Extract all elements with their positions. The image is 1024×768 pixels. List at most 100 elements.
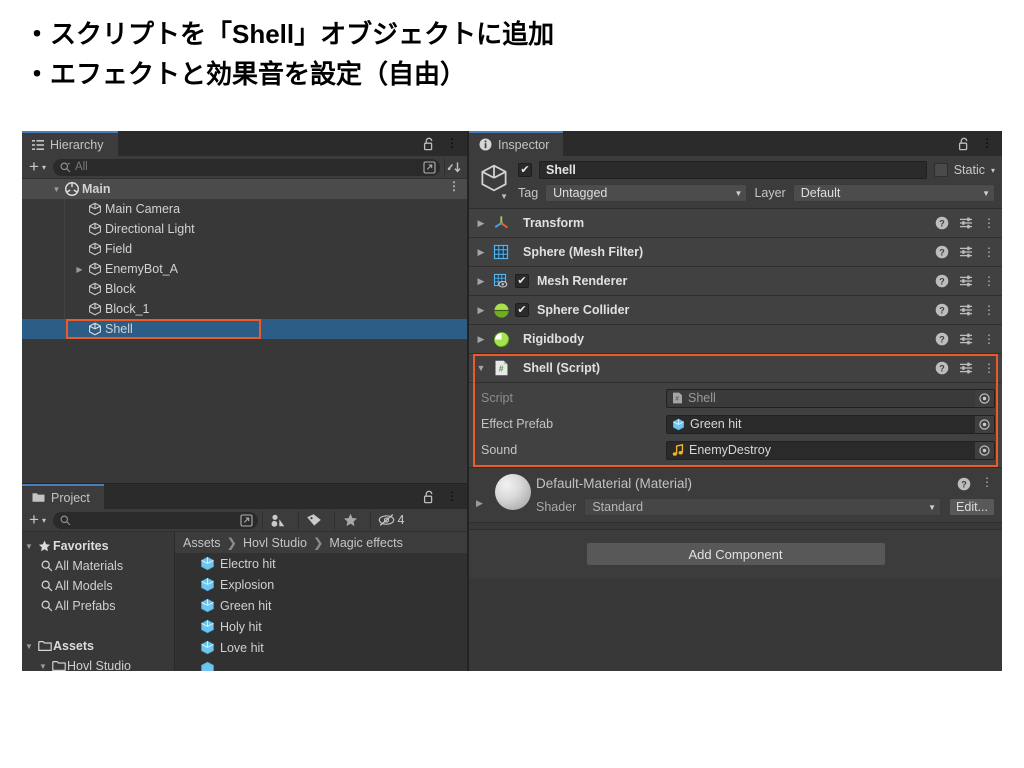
preset-icon[interactable]: [959, 332, 973, 346]
hierarchy-item-main[interactable]: ▼ Main ⋮: [22, 179, 467, 199]
help-icon[interactable]: ?: [935, 303, 949, 317]
hidden-objects-filter[interactable]: 4: [369, 510, 412, 530]
project-tree-item-all-materials[interactable]: All Materials: [22, 556, 174, 576]
tab-inspector[interactable]: Inspector: [469, 131, 564, 156]
help-icon[interactable]: ?: [935, 216, 949, 230]
kebab-menu-icon[interactable]: ⋮: [981, 137, 993, 149]
foldout-arrow[interactable]: ▶: [473, 276, 489, 287]
popout-icon[interactable]: [420, 159, 438, 176]
tab-hierarchy[interactable]: Hierarchy: [22, 131, 118, 156]
lock-open-icon[interactable]: [423, 490, 435, 504]
hierarchy-search-input[interactable]: All: [52, 158, 440, 176]
kebab-menu-icon[interactable]: ⋮: [983, 362, 995, 374]
project-tree-item-assets[interactable]: ▼ Assets: [22, 636, 174, 656]
hierarchy-tree[interactable]: ▼ Main ⋮ Main Camera Directional Light F…: [22, 179, 467, 483]
foldout-arrow[interactable]: ▶: [73, 265, 86, 274]
lock-open-icon[interactable]: [423, 137, 435, 151]
chevron-down-icon[interactable]: ▾: [991, 166, 995, 175]
asset-item-clipped[interactable]: [175, 658, 467, 671]
project-folder-tree[interactable]: ▼ Favorites All Materials All Models All…: [22, 532, 174, 671]
foldout-arrow[interactable]: ▼: [50, 185, 63, 194]
popout-icon[interactable]: [238, 512, 256, 529]
gameobject-name-input[interactable]: Shell: [539, 161, 927, 179]
asset-item-love-hit[interactable]: Love hit: [175, 637, 467, 658]
project-tree-item-all-models[interactable]: All Models: [22, 576, 174, 596]
object-picker-icon[interactable]: [975, 389, 994, 407]
star-icon[interactable]: [333, 510, 366, 530]
help-icon[interactable]: ?: [935, 361, 949, 375]
asset-item-holy-hit[interactable]: Holy hit: [175, 616, 467, 637]
help-icon[interactable]: ?: [935, 332, 949, 346]
kebab-menu-icon[interactable]: ⋮: [448, 180, 460, 192]
preset-icon[interactable]: [959, 274, 973, 288]
asset-item-explosion[interactable]: Explosion: [175, 574, 467, 595]
asset-item-green-hit[interactable]: Green hit: [175, 595, 467, 616]
hierarchy-item-directional-light[interactable]: Directional Light: [22, 219, 467, 239]
foldout-arrow[interactable]: ▶: [473, 334, 489, 345]
add-component-button[interactable]: Add Component: [585, 542, 886, 566]
preset-icon[interactable]: [959, 245, 973, 259]
foldout-arrow[interactable]: ▼: [36, 662, 50, 671]
kebab-menu-icon[interactable]: ⋮: [983, 217, 995, 229]
layer-dropdown[interactable]: Default ▼: [792, 184, 995, 202]
breadcrumb-item-assets[interactable]: Assets: [183, 536, 221, 550]
gameobject-icon[interactable]: ▼: [476, 161, 512, 201]
preset-icon[interactable]: [959, 216, 973, 230]
hierarchy-item-field[interactable]: Field: [22, 239, 467, 259]
chevron-down-icon[interactable]: ▼: [500, 192, 508, 201]
kebab-menu-icon[interactable]: ⋮: [983, 246, 995, 258]
project-tree-item-favorites[interactable]: ▼ Favorites: [22, 536, 174, 556]
preset-icon[interactable]: [959, 303, 973, 317]
hierarchy-item-block[interactable]: Block: [22, 279, 467, 299]
kebab-menu-icon[interactable]: ⋮: [446, 137, 458, 149]
object-picker-icon[interactable]: [975, 441, 994, 459]
help-icon[interactable]: ?: [935, 245, 949, 259]
project-search-input[interactable]: [52, 511, 258, 529]
breadcrumb-item-hovl-studio[interactable]: Hovl Studio: [243, 536, 307, 550]
hierarchy-item-shell[interactable]: Shell: [22, 319, 467, 339]
foldout-arrow[interactable]: ▼: [22, 542, 36, 551]
component-mesh-renderer[interactable]: ▶ ✔ Mesh Renderer ? ⋮: [469, 267, 1002, 296]
hierarchy-sort-icon[interactable]: [444, 157, 464, 177]
kebab-menu-icon[interactable]: ⋮: [983, 304, 995, 316]
hierarchy-item-main-camera[interactable]: Main Camera: [22, 199, 467, 219]
component-rigidbody[interactable]: ▶ Rigidbody ? ⋮: [469, 325, 1002, 354]
sound-object-field[interactable]: EnemyDestroy: [666, 440, 995, 460]
component-shell-script[interactable]: ▼ # Shell (Script) ? ⋮: [469, 354, 1002, 383]
tab-project[interactable]: Project: [22, 484, 104, 509]
project-tree-item-hovl-studio[interactable]: ▼ Hovl Studio: [22, 656, 174, 671]
effect-prefab-object-field[interactable]: Green hit: [666, 414, 995, 434]
kebab-menu-icon[interactable]: ⋮: [446, 490, 458, 502]
component-transform[interactable]: ▶ Transform ? ⋮: [469, 209, 1002, 238]
breadcrumb-item-magic-effects[interactable]: Magic effects: [329, 536, 402, 550]
foldout-arrow[interactable]: ▶: [473, 218, 489, 229]
hierarchy-item-enemybot-a[interactable]: ▶ EnemyBot_A: [22, 259, 467, 279]
type-filter-icon[interactable]: [261, 510, 294, 530]
foldout-arrow[interactable]: ▼: [473, 363, 489, 373]
hierarchy-item-block-1[interactable]: Block_1: [22, 299, 467, 319]
preset-icon[interactable]: [959, 361, 973, 375]
kebab-menu-icon[interactable]: ⋮: [983, 333, 995, 345]
tag-dropdown[interactable]: Untagged ▼: [545, 184, 748, 202]
hierarchy-add-button[interactable]: + ▾: [25, 158, 49, 177]
gameobject-enabled-checkbox[interactable]: ✔: [518, 163, 532, 177]
asset-item-electro-hit[interactable]: Electro hit: [175, 553, 467, 574]
help-icon[interactable]: ?: [957, 477, 971, 491]
script-object-field[interactable]: # Shell: [666, 388, 995, 408]
foldout-arrow[interactable]: ▶: [473, 247, 489, 258]
kebab-menu-icon[interactable]: ⋮: [983, 275, 995, 287]
component-mesh-filter[interactable]: ▶ Sphere (Mesh Filter) ? ⋮: [469, 238, 1002, 267]
label-filter-icon[interactable]: [297, 510, 330, 530]
kebab-menu-icon[interactable]: ⋮: [981, 476, 993, 491]
foldout-arrow[interactable]: ▶: [476, 474, 490, 516]
project-asset-list[interactable]: Assets ❯ Hovl Studio ❯ Magic effects Ele…: [174, 532, 467, 671]
static-checkbox[interactable]: [933, 163, 948, 177]
shader-dropdown[interactable]: Standard ▼: [584, 498, 942, 516]
help-icon[interactable]: ?: [935, 274, 949, 288]
foldout-arrow[interactable]: ▼: [22, 642, 36, 651]
shader-edit-button[interactable]: Edit...: [949, 498, 995, 516]
project-tree-item-all-prefabs[interactable]: All Prefabs: [22, 596, 174, 616]
object-picker-icon[interactable]: [975, 415, 994, 433]
foldout-arrow[interactable]: ▶: [473, 305, 489, 316]
component-enabled-checkbox[interactable]: ✔: [515, 303, 529, 317]
